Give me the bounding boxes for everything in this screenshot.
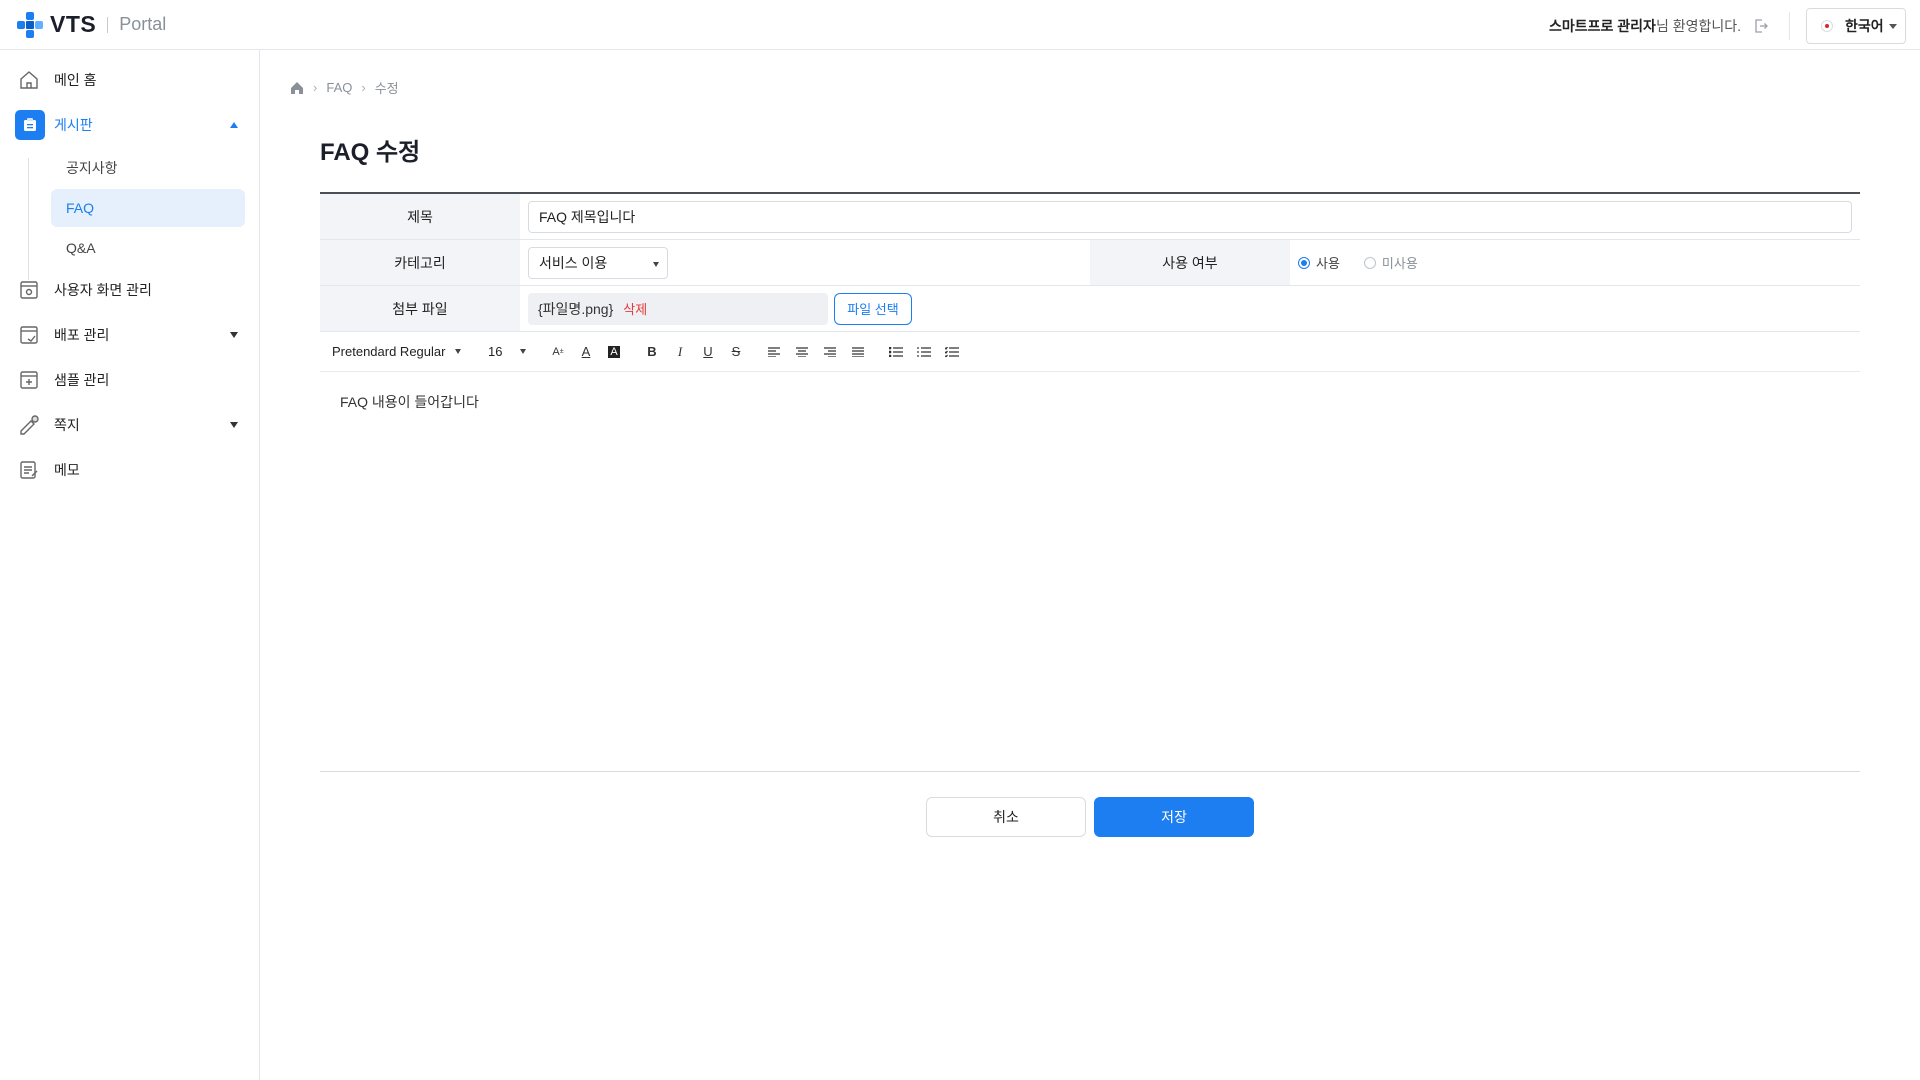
chevron-down-icon xyxy=(230,422,238,428)
sidebar-item-label: 게시판 xyxy=(54,117,93,133)
welcome-text: 스마트프로 관리자님 환영합니다. xyxy=(1549,16,1741,36)
radio-unchecked-icon xyxy=(1363,256,1376,269)
welcome-suffix: 님 환영합니다. xyxy=(1655,18,1741,34)
sidebar-subitem-faq[interactable]: FAQ xyxy=(51,189,245,227)
chevron-down-icon xyxy=(520,349,527,354)
numbered-list-icon[interactable] xyxy=(910,338,938,366)
sidebar-subitem-notice[interactable]: 공지사항 xyxy=(51,149,245,187)
form-row-attachment: 첨부 파일 {파일명.png} 삭제 파일 선택 xyxy=(320,286,1860,332)
submenu-line xyxy=(28,158,29,280)
sidebar-subitem-qna[interactable]: Q&A xyxy=(51,229,245,267)
radio-checked-icon xyxy=(1298,256,1310,269)
italic-icon[interactable]: I xyxy=(666,338,694,366)
category-value: 서비스 이용 xyxy=(539,254,608,271)
chevron-down-icon xyxy=(455,349,462,354)
usage-off-label: 미사용 xyxy=(1381,256,1418,271)
language-select[interactable]: 한국어 xyxy=(1806,8,1906,44)
portal-label: Portal xyxy=(119,14,167,34)
form-actions: 취소 저장 xyxy=(926,797,1254,837)
font-size-value: 16 xyxy=(488,344,503,359)
file-select-button[interactable]: 파일 선택 xyxy=(834,292,912,325)
title-label: 제목 xyxy=(320,194,520,239)
sidebar-item-board[interactable]: 게시판 xyxy=(0,107,259,143)
sidebar-item-label: 사용자 화면 관리 xyxy=(54,282,152,298)
bold-icon[interactable]: B xyxy=(638,338,666,366)
file-name: {파일명.png} xyxy=(538,300,614,317)
form-row-category: 카테고리 서비스 이용 사용 여부 사용 미사용 xyxy=(320,240,1860,286)
breadcrumb-separator: › xyxy=(361,80,366,95)
user-name: 스마트프로 관리자 xyxy=(1549,18,1656,34)
font-family-select[interactable]: Pretendard Regular xyxy=(332,344,474,359)
usage-on-radio[interactable]: 사용 xyxy=(1298,253,1340,272)
logo-text: VTS xyxy=(50,11,97,37)
usage-on-label: 사용 xyxy=(1316,256,1340,271)
deploy-icon xyxy=(18,324,40,346)
font-size-select[interactable]: 16 xyxy=(488,344,544,359)
home-icon xyxy=(18,69,40,91)
home-icon[interactable] xyxy=(290,81,304,95)
strikethrough-icon[interactable]: S xyxy=(722,338,750,366)
board-icon xyxy=(15,110,45,140)
sample-icon xyxy=(18,369,40,391)
category-select[interactable]: 서비스 이용 xyxy=(528,246,668,279)
sidebar-item-sample[interactable]: 샘플 관리 xyxy=(0,362,259,398)
message-icon xyxy=(18,414,40,436)
underline-icon[interactable]: U xyxy=(694,338,722,366)
bullet-list-icon[interactable] xyxy=(882,338,910,366)
delete-file-link[interactable]: 삭제 xyxy=(623,299,647,318)
chevron-down-icon xyxy=(230,332,238,338)
language-label: 한국어 xyxy=(1845,18,1884,34)
sidebar-item-deploy[interactable]: 배포 관리 xyxy=(0,317,259,353)
chevron-down-icon xyxy=(653,261,659,267)
header-divider xyxy=(1789,12,1790,40)
highlight-color-icon[interactable]: A xyxy=(600,338,628,366)
sidebar-item-message[interactable]: 쪽지 xyxy=(0,407,259,443)
sidebar-item-user-screen[interactable]: 사용자 화면 관리 xyxy=(0,272,259,308)
usage-label: 사용 여부 xyxy=(1090,240,1290,285)
category-label: 카테고리 xyxy=(320,240,520,285)
font-size-icon[interactable]: A ± xyxy=(544,338,572,366)
align-left-icon[interactable] xyxy=(760,338,788,366)
usage-off-radio[interactable]: 미사용 xyxy=(1363,253,1418,272)
sidebar: 메인 홈 게시판 공지사항 FAQ Q&A 사용자 화면 관리 배포 관리 샘플… xyxy=(0,50,260,1080)
form-row-title: 제목 FAQ 제목입니다 xyxy=(320,194,1860,240)
sidebar-item-main-home[interactable]: 메인 홈 xyxy=(0,62,259,98)
page-title: FAQ 수정 xyxy=(320,139,421,166)
top-header: VTS Portal 스마트프로 관리자님 환영합니다. 한국어 xyxy=(0,0,1920,50)
text-color-icon[interactable]: A xyxy=(572,338,600,366)
font-family-value: Pretendard Regular xyxy=(332,344,446,359)
vts-logo-icon xyxy=(15,10,45,40)
breadcrumb-item: 수정 xyxy=(374,81,399,96)
cancel-button[interactable]: 취소 xyxy=(926,797,1086,837)
breadcrumb-separator: › xyxy=(313,80,318,95)
attachment-label: 첨부 파일 xyxy=(320,286,520,331)
align-justify-icon[interactable] xyxy=(844,338,872,366)
logout-icon[interactable] xyxy=(1753,18,1769,34)
checklist-icon[interactable] xyxy=(938,338,966,366)
header-user-area: 스마트프로 관리자님 환영합니다. 한국어 xyxy=(1549,8,1906,44)
chevron-up-icon xyxy=(230,122,238,128)
sidebar-item-memo[interactable]: 메모 xyxy=(0,452,259,488)
save-button[interactable]: 저장 xyxy=(1094,797,1254,837)
sidebar-item-label: 쪽지 xyxy=(54,417,80,433)
sidebar-item-label: 메모 xyxy=(54,462,80,478)
editor-toolbar: Pretendard Regular 16 A ± A A B I U S xyxy=(320,332,1860,372)
logo-divider xyxy=(107,16,109,33)
chevron-down-icon xyxy=(1889,24,1897,29)
align-center-icon[interactable] xyxy=(788,338,816,366)
breadcrumb: › FAQ › 수정 xyxy=(290,78,399,97)
attached-file: {파일명.png} 삭제 xyxy=(528,292,828,325)
align-right-icon[interactable] xyxy=(816,338,844,366)
memo-icon xyxy=(18,459,40,481)
sidebar-item-label: 메인 홈 xyxy=(54,72,97,88)
logo[interactable]: VTS Portal xyxy=(15,10,166,40)
korea-flag-icon xyxy=(1821,20,1833,32)
sidebar-item-label: 샘플 관리 xyxy=(54,372,110,388)
sidebar-item-label: 배포 관리 xyxy=(54,327,110,343)
faq-edit-form: 제목 FAQ 제목입니다 카테고리 서비스 이용 사용 여부 사용 미사용 첨부… xyxy=(320,192,1860,772)
screen-settings-icon xyxy=(18,279,40,301)
title-input[interactable]: FAQ 제목입니다 xyxy=(528,200,1852,233)
editor-content[interactable]: FAQ 내용이 들어갑니다 xyxy=(320,372,1860,772)
breadcrumb-item[interactable]: FAQ xyxy=(326,80,352,95)
